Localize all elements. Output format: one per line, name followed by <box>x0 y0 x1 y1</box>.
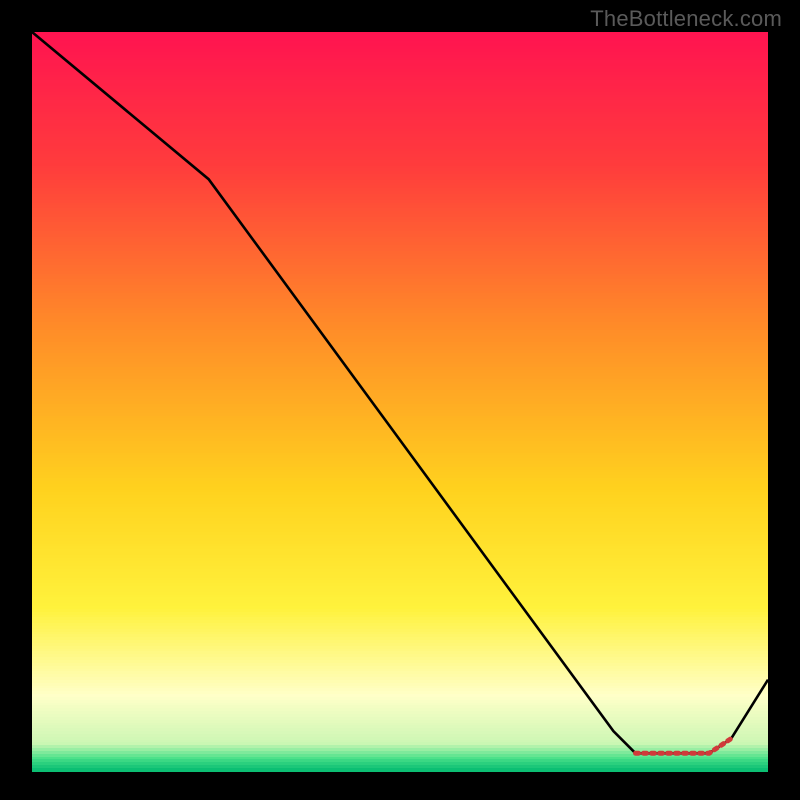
attribution-label: TheBottleneck.com <box>590 6 782 32</box>
bottleneck-curve-valley <box>636 739 732 754</box>
chart-svg <box>32 32 768 768</box>
bottleneck-curve <box>32 32 768 753</box>
plot-area <box>32 32 768 768</box>
